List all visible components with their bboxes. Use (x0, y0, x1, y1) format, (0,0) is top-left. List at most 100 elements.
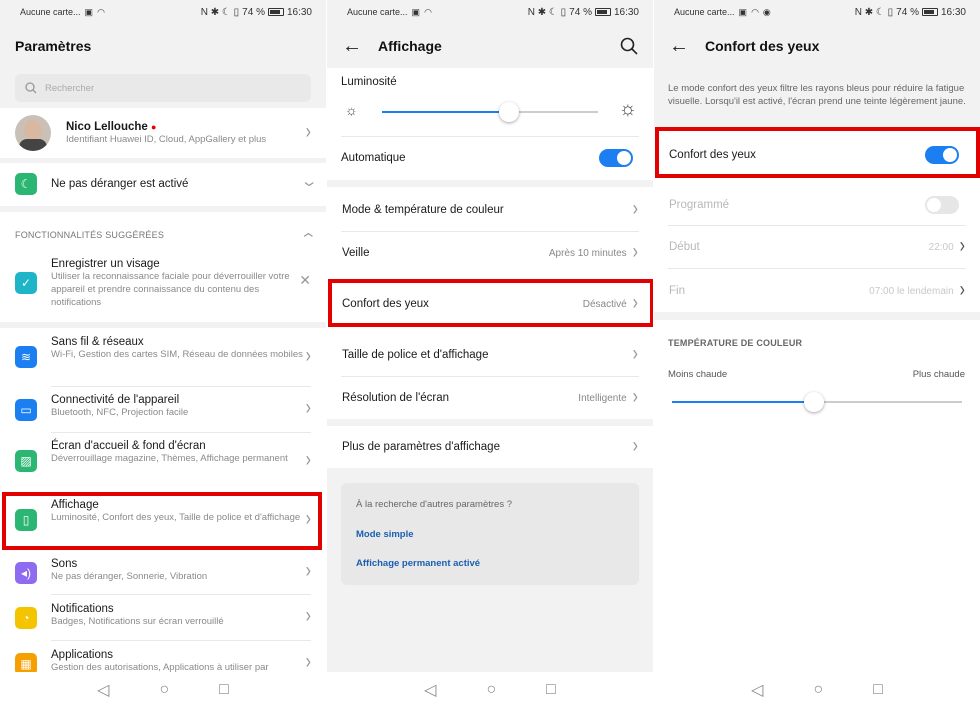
sim-icon: ▣ (84, 6, 94, 17)
status-icons: N ✱ ☾ ▯ (527, 6, 567, 18)
back-arrow-icon[interactable]: ← (342, 35, 364, 58)
battery-percent: 74 % (569, 6, 592, 18)
page-title: Affichage (378, 38, 442, 54)
search-more-card: À la recherche d'autres paramètres ? Mod… (341, 483, 639, 585)
carrier-label: Aucune carte... (347, 7, 408, 17)
chevron-right-icon: › (632, 198, 638, 221)
recents-nav-icon[interactable]: □ (873, 681, 883, 699)
chevron-right-icon: › (959, 235, 965, 258)
item-desc: Badges, Notifications sur écran verrouil… (51, 616, 224, 627)
simple-mode-link[interactable]: Mode simple (356, 529, 414, 540)
account-subtitle: Identifiant Huawei ID, Cloud, AppGallery… (66, 133, 267, 145)
item-desc: Ne pas déranger, Sonnerie, Vibration (51, 571, 208, 582)
clock: 16:30 (940, 6, 966, 18)
status-bar: Aucune carte... ▣ ◠ ◉ N ✱ ☾ ▯ 74 % 16:30 (654, 0, 980, 24)
chevron-right-icon: › (632, 241, 638, 264)
always-on-link[interactable]: Affichage permanent activé (356, 558, 480, 569)
home-nav-icon[interactable]: ○ (486, 681, 496, 699)
section-gap (654, 312, 980, 320)
close-icon[interactable]: ✕ (299, 272, 311, 289)
back-nav-icon[interactable]: ◁ (424, 680, 436, 700)
settings-item-connectivity[interactable]: ▭ Connectivité de l'appareil Bluetooth, N… (15, 394, 311, 428)
display-screen: Aucune carte... ▣ ◠ N ✱ ☾ ▯ 74 % 16:30 ← Aff… (327, 0, 653, 708)
highlight-box (2, 492, 322, 550)
account-card[interactable]: Nico Lellouche ● Identifiant Huawei ID, … (0, 108, 326, 158)
end-time-row[interactable]: Fin 07:00 le lendemain › (669, 279, 965, 302)
brightness-fill (382, 111, 509, 113)
start-time-row[interactable]: Début 22:00 › (669, 235, 965, 258)
carrier-label: Aucune carte... (674, 7, 735, 17)
start-value: 22:00 (928, 241, 954, 253)
chevron-right-icon: › (305, 605, 311, 628)
moon-icon: ☾ (15, 173, 37, 195)
chevron-right-icon: › (305, 449, 311, 472)
notification-dot-icon: ● (151, 121, 157, 132)
nav-bar: ◁ ○ □ (0, 672, 326, 708)
home-nav-icon[interactable]: ○ (159, 681, 169, 699)
nav-bar: ◁ ○ □ (654, 672, 980, 708)
title-bar: ← Confort des yeux (654, 24, 980, 68)
search-icon[interactable] (620, 37, 638, 55)
apps-icon: ▦ (15, 653, 37, 673)
wifi-status-icon: ◠ (97, 6, 105, 17)
battery-percent: 74 % (242, 6, 265, 18)
back-nav-icon[interactable]: ◁ (97, 680, 109, 700)
search-icon (25, 82, 37, 94)
home-nav-icon[interactable]: ○ (813, 681, 823, 699)
color-temperature-header: TEMPÉRATURE DE COULEUR (668, 338, 803, 348)
dnd-label: Ne pas déranger est activé (51, 178, 189, 190)
search-input[interactable]: Rechercher (15, 74, 311, 102)
temperature-fill (672, 401, 814, 403)
carrier-label: Aucune carte... (20, 7, 81, 17)
temperature-slider-knob[interactable] (804, 392, 824, 412)
start-label: Début (669, 241, 700, 253)
scheduled-row[interactable]: Programmé (669, 194, 965, 216)
suggest-desc: Utiliser la reconnaissance faciale pour … (51, 271, 290, 308)
settings-item-homescreen[interactable]: ▨ Écran d'accueil & fond d'écran Déverrou… (15, 440, 311, 484)
clock: 16:30 (286, 6, 312, 18)
item-title: Connectivité de l'appareil (51, 394, 180, 406)
highlight-box (655, 127, 980, 178)
battery-icon (267, 8, 284, 16)
nav-bar: ◁ ○ □ (327, 672, 653, 708)
settings-item-apps[interactable]: ▦ Applications Gestion des autorisations,… (15, 649, 311, 673)
more-display-card[interactable]: Plus de paramètres d'affichage › (327, 426, 653, 468)
chevron-right-icon: › (632, 386, 638, 409)
eye-comfort-description: Le mode confort des yeux filtre les rayo… (668, 83, 966, 107)
eye-comfort-screen: Aucune carte... ▣ ◠ ◉ N ✱ ☾ ▯ 74 % 16:30 ← Co… (654, 0, 980, 708)
scheduled-toggle[interactable] (925, 196, 959, 214)
wifi-status-icon: ◠ (424, 6, 432, 17)
status-icons: N ✱ ☾ ▯ (200, 6, 240, 18)
row-resolution[interactable]: Résolution de l'écran Intelligente › (342, 386, 638, 409)
divider (51, 640, 311, 641)
dnd-card[interactable]: ☾ Ne pas déranger est activé › (0, 163, 326, 206)
settings-item-wireless[interactable]: ≋ Sans fil & réseaux Wi-Fi, Gestion des c… (15, 336, 311, 380)
recents-nav-icon[interactable]: □ (546, 681, 556, 699)
back-arrow-icon[interactable]: ← (669, 35, 691, 58)
divider (341, 231, 639, 232)
row-label: Taille de police et d'affichage (342, 349, 489, 361)
recents-nav-icon[interactable]: □ (219, 681, 229, 699)
row-color-mode[interactable]: Mode & température de couleur › (342, 198, 638, 221)
chevron-up-icon[interactable]: › (297, 232, 320, 237)
row-font-size[interactable]: Taille de police et d'affichage › (342, 343, 638, 365)
row-sleep[interactable]: Veille Après 10 minutes › (342, 241, 638, 264)
brightness-high-icon: ☼ (618, 98, 637, 120)
row-value: Intelligente (578, 392, 627, 404)
brightness-slider-knob[interactable] (499, 102, 519, 122)
settings-item-sounds[interactable]: ◂) Sons Ne pas déranger, Sonnerie, Vibrat… (15, 558, 311, 592)
brightness-low-icon: ☼ (345, 102, 358, 118)
suggest-face-item[interactable]: ✓ Enregistrer un visage Utiliser la reco… (15, 258, 311, 314)
item-desc: Bluetooth, NFC, Projection facile (51, 407, 189, 418)
avatar (15, 115, 51, 151)
row-label: Résolution de l'écran (342, 392, 450, 404)
item-title: Applications (51, 649, 114, 661)
settings-item-notifications[interactable]: ◔ Notifications Badges, Notifications sur… (15, 603, 311, 637)
automatic-toggle[interactable] (599, 149, 633, 167)
divider (341, 376, 639, 377)
chevron-down-icon: › (297, 181, 321, 187)
back-nav-icon[interactable]: ◁ (751, 680, 763, 700)
battery-percent: 74 % (896, 6, 919, 18)
divider (51, 386, 311, 387)
page-title: Confort des yeux (705, 38, 820, 54)
